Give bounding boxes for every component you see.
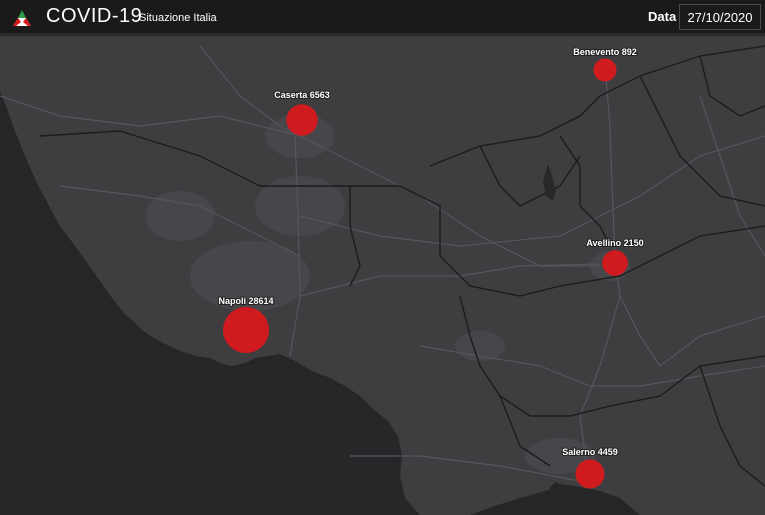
date-value: 27/10/2020 [687,9,753,25]
marker-label: Napoli 28614 [218,296,273,306]
app-root: COVID-19 Situazione Italia Data 27/10/20… [0,0,765,515]
app-subtitle: Situazione Italia [139,12,217,24]
marker-label: Benevento 892 [573,47,637,57]
app-title: COVID-19 [46,5,143,27]
marker-circle[interactable] [223,307,269,353]
logo-icon [13,10,31,26]
marker-circle[interactable] [593,58,617,82]
header-bar: COVID-19 Situazione Italia Data 27/10/20… [0,0,765,36]
date-selector[interactable]: 27/10/2020 [679,4,761,30]
marker-label: Salerno 4459 [562,447,618,457]
map-canvas[interactable]: Caserta 6563 Benevento 892 Avellino 2150 Na… [0,36,765,515]
marker-label: Caserta 6563 [274,90,330,100]
marker-circle[interactable] [286,104,318,136]
map-view[interactable]: Caserta 6563 Benevento 892 Avellino 2150 Na… [0,36,765,515]
marker-circle[interactable] [575,459,605,489]
date-label: Data [648,9,677,24]
marker-circle[interactable] [602,250,628,276]
marker-label: Avellino 2150 [586,238,643,248]
